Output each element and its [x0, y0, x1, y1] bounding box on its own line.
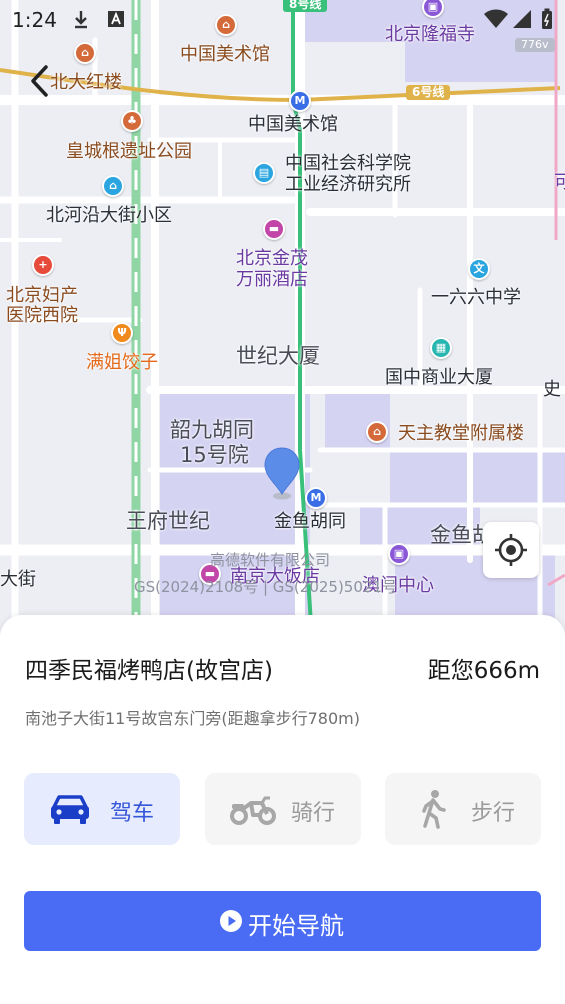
ride-mode-label: 骑行	[291, 801, 336, 826]
drive-mode-label: 驾车	[110, 801, 155, 826]
download-icon	[75, 11, 87, 29]
map-label: 医院西院	[6, 305, 78, 326]
map-label: 15号院	[180, 443, 249, 467]
residence-icon[interactable]: ⌂	[102, 175, 124, 197]
map-label: 中国社会科学院	[285, 153, 411, 174]
font-icon	[108, 11, 124, 27]
place-detail-sheet: 四季民福烤鸭店(故宫店) 距您666m 南池子大街11号故宫东门旁(距趣拿步行7…	[0, 615, 565, 1004]
back-icon[interactable]	[28, 64, 52, 98]
car-icon	[51, 795, 89, 824]
map-label: 满姐饺子	[86, 352, 158, 373]
place-address: 南池子大街11号故宫东门旁(距趣拿步行780m)	[25, 709, 360, 728]
drive-mode-button[interactable]: 驾车	[24, 773, 180, 845]
ride-mode-button[interactable]: 骑行	[205, 773, 361, 845]
shopping-icon[interactable]: ▣	[388, 543, 410, 565]
map-label: 中国美术馆	[180, 44, 270, 65]
status-time: 1:24	[12, 8, 57, 32]
locate-icon	[495, 534, 527, 566]
building-icon[interactable]: ▦	[430, 337, 452, 359]
destination-pin-icon[interactable]	[262, 446, 302, 502]
signal-icon	[513, 10, 531, 28]
play-icon	[220, 910, 242, 932]
map-label: 一六六中学	[431, 287, 521, 308]
map-copyright: GS(2024)2108号 | GS(2025)5021号	[134, 578, 397, 596]
map-label: 北京金茂	[236, 248, 308, 269]
start-navigation-label: 开始导航	[248, 912, 344, 940]
status-bar: 1:24	[0, 0, 565, 40]
line6-badge: 6号线	[406, 85, 451, 100]
walking-icon	[422, 790, 446, 829]
map-label: 工业经济研究所	[285, 174, 411, 195]
map-label: 万丽酒店	[236, 269, 308, 290]
map-label: 皇城根遗址公园	[66, 141, 192, 162]
map-copyright: 高德软件有限公司	[210, 551, 331, 569]
badge-776v: 776v	[515, 38, 555, 52]
locate-button[interactable]	[483, 522, 539, 578]
battery-icon	[542, 8, 552, 29]
map-label: 北京妇产	[6, 285, 78, 306]
map-label: 北河沿大街小区	[46, 205, 172, 226]
start-navigation-button[interactable]: 开始导航	[24, 891, 541, 951]
walk-mode-button[interactable]: 步行	[385, 773, 541, 845]
map-label: 史	[543, 379, 561, 400]
map-label: 王府世纪	[126, 509, 210, 533]
church-icon[interactable]: ⌂	[366, 421, 388, 443]
map-label: 中国美术馆	[248, 114, 338, 135]
motorcycle-icon	[230, 796, 276, 825]
park-icon[interactable]: ♣	[121, 110, 143, 132]
map-label: 大街	[0, 569, 36, 590]
place-name: 四季民福烤鸭店(故宫店)	[25, 658, 273, 684]
hotel-icon[interactable]: ▬	[263, 218, 285, 240]
map-label: 世纪大厦	[236, 344, 320, 368]
metro-station-icon[interactable]: M	[289, 90, 311, 112]
institute-icon[interactable]: ▤	[253, 162, 275, 184]
place-distance: 距您666m	[427, 658, 540, 684]
metro-station-icon[interactable]: M	[305, 487, 327, 509]
map-label: 北大红楼	[50, 72, 122, 93]
map-label: 韶九胡同	[170, 418, 254, 442]
hospital-icon[interactable]: +	[32, 254, 54, 276]
museum-icon[interactable]: ⌂	[74, 42, 96, 64]
wifi-icon	[484, 9, 508, 28]
map-label: 天主教堂附属楼	[398, 423, 524, 444]
restaurant-icon[interactable]: Ψ	[111, 322, 133, 344]
map-view[interactable]: 8号线 6号线 776v M M ⌂ ⌂ ▣ ♣ ▤ ⌂ ▬ + 文 Ψ ▦ ⌂…	[0, 0, 565, 640]
map-label: 金鱼胡同	[274, 511, 346, 532]
map-label: 国中商业大厦	[385, 367, 493, 388]
school-icon[interactable]: 文	[468, 258, 490, 280]
walk-mode-label: 步行	[471, 801, 516, 826]
map-label: 可	[554, 172, 565, 193]
